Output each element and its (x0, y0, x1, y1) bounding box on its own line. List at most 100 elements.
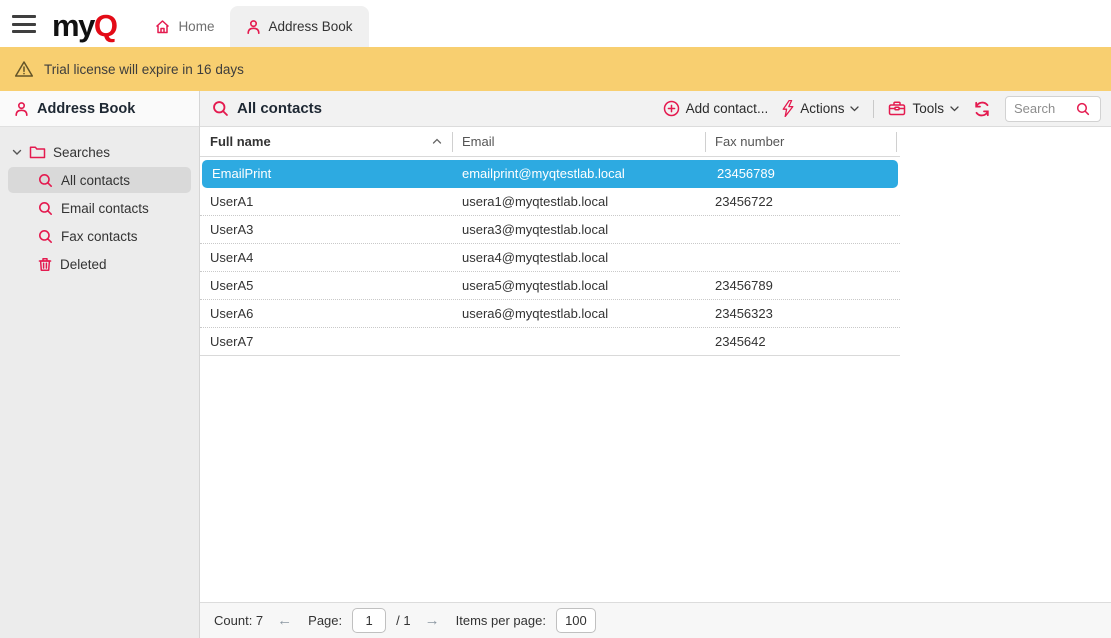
search-icon (38, 229, 53, 244)
table-row[interactable]: UserA6 usera6@myqtestlab.local 23456323 (200, 300, 900, 328)
sidebar-item-all-contacts[interactable]: All contacts (8, 167, 191, 193)
page-number-input[interactable] (352, 608, 386, 633)
cell-fax: 23456789 (707, 166, 899, 181)
cell-fax: 2345642 (705, 334, 897, 349)
page-total-label: / 1 (396, 613, 410, 628)
count-label: Count: 7 (214, 613, 263, 628)
items-per-page-input[interactable] (556, 608, 596, 633)
sidebar-item-label: All contacts (61, 173, 130, 188)
cell-full-name: UserA4 (200, 250, 452, 265)
myq-logo[interactable]: myQ (52, 10, 116, 41)
table-row[interactable]: UserA5 usera5@myqtestlab.local 23456789 (200, 272, 900, 300)
sidebar-item-deleted[interactable]: Deleted (8, 251, 191, 277)
cell-fax: 23456789 (705, 278, 897, 293)
page-label: Page: (308, 613, 342, 628)
warning-icon (14, 60, 34, 78)
cell-full-name: UserA1 (200, 194, 452, 209)
toolbar: Add contact... Actions (663, 96, 1101, 122)
tools-dropdown-button[interactable]: Tools (888, 101, 959, 116)
tab-address-book[interactable]: Address Book (230, 6, 368, 47)
toolbox-icon (888, 101, 906, 116)
search-icon[interactable] (1076, 102, 1090, 116)
add-contact-label: Add contact... (686, 101, 769, 116)
table-body: EmailPrint emailprint@myqtestlab.local 2… (200, 160, 900, 356)
main-header: All contacts Add contact... Actions (200, 91, 1111, 127)
cell-full-name: EmailPrint (202, 166, 454, 181)
page-title: All contacts (237, 100, 322, 117)
tab-home-label: Home (178, 19, 214, 34)
cell-fax: 23456722 (705, 194, 897, 209)
cell-full-name: UserA6 (200, 306, 452, 321)
search-icon (38, 173, 53, 188)
pagination-bar: Count: 7 ← Page: / 1 → Items per page: (200, 602, 1111, 638)
table-row[interactable]: EmailPrint emailprint@myqtestlab.local 2… (202, 160, 898, 188)
chevron-down-icon (950, 106, 959, 112)
trash-icon (38, 257, 52, 272)
toolbar-divider (873, 100, 874, 118)
next-page-icon[interactable]: → (421, 612, 444, 629)
sidebar-item-label: Email contacts (61, 201, 149, 216)
sidebar: Address Book Searches All contac (0, 91, 200, 638)
home-icon (154, 19, 171, 35)
column-header-fax-number[interactable]: Fax number (705, 132, 897, 152)
cell-email: emailprint@myqtestlab.local (454, 166, 707, 181)
sort-ascending-icon[interactable] (432, 138, 442, 145)
refresh-button[interactable] (973, 100, 991, 118)
main-panel: All contacts Add contact... Actions (200, 91, 1111, 638)
search-icon (212, 100, 229, 117)
table-row[interactable]: UserA7 2345642 (200, 328, 900, 356)
sidebar-header: Address Book (0, 91, 199, 127)
sidebar-item-fax-contacts[interactable]: Fax contacts (8, 223, 191, 249)
tab-home[interactable]: Home (138, 6, 230, 47)
sidebar-item-label: Deleted (60, 257, 107, 272)
tree-node-searches-label: Searches (53, 145, 110, 160)
cell-email: usera3@myqtestlab.local (452, 222, 705, 237)
logo-q: Q (94, 8, 117, 43)
cell-full-name: UserA3 (200, 222, 452, 237)
tab-address-book-label: Address Book (268, 19, 352, 34)
license-warning-banner: Trial license will expire in 16 days (0, 47, 1111, 91)
cell-email: usera4@myqtestlab.local (452, 250, 705, 265)
sidebar-item-label: Fax contacts (61, 229, 138, 244)
table-row[interactable]: UserA4 usera4@myqtestlab.local (200, 244, 900, 272)
chevron-down-icon (850, 106, 859, 112)
top-bar: myQ Home Address Book (0, 0, 1111, 47)
column-header-full-name[interactable]: Full name (200, 132, 452, 152)
cell-email: usera1@myqtestlab.local (452, 194, 705, 209)
add-contact-button[interactable]: Add contact... (663, 100, 769, 117)
cell-full-name: UserA7 (200, 334, 452, 349)
search-box (1005, 96, 1101, 122)
person-icon (246, 19, 261, 35)
cell-email: usera6@myqtestlab.local (452, 306, 705, 321)
myq-app-window: myQ Home Address Book Trial license will… (0, 0, 1111, 638)
searches-tree: Searches All contacts Email contacts (0, 127, 199, 279)
previous-page-icon[interactable]: ← (273, 612, 296, 629)
actions-dropdown-button[interactable]: Actions (782, 100, 859, 117)
actions-label: Actions (800, 101, 844, 116)
plus-circle-icon (663, 100, 680, 117)
body: Address Book Searches All contac (0, 91, 1111, 638)
lightning-icon (782, 100, 794, 117)
sidebar-item-email-contacts[interactable]: Email contacts (8, 195, 191, 221)
cell-email: usera5@myqtestlab.local (452, 278, 705, 293)
contacts-table: Full name Email Fax number EmailPrint em… (200, 127, 900, 356)
table-row[interactable]: UserA1 usera1@myqtestlab.local 23456722 (200, 188, 900, 216)
empty-space (200, 356, 1111, 602)
search-input[interactable] (1014, 101, 1076, 116)
cell-full-name: UserA5 (200, 278, 452, 293)
items-per-page-label: Items per page: (456, 613, 546, 628)
cell-fax: 23456323 (705, 306, 897, 321)
tools-label: Tools (912, 101, 944, 116)
sidebar-title: Address Book (37, 101, 135, 117)
hamburger-menu-icon[interactable] (12, 15, 36, 33)
chevron-down-icon[interactable] (12, 149, 22, 156)
person-icon (14, 101, 29, 117)
column-header-email[interactable]: Email (452, 132, 705, 152)
tree-node-searches[interactable]: Searches (8, 139, 191, 165)
table-header-row: Full name Email Fax number (200, 127, 900, 157)
license-warning-text: Trial license will expire in 16 days (44, 62, 244, 77)
folder-icon (29, 145, 46, 159)
logo-my: my (52, 8, 94, 43)
search-icon (38, 201, 53, 216)
table-row[interactable]: UserA3 usera3@myqtestlab.local (200, 216, 900, 244)
